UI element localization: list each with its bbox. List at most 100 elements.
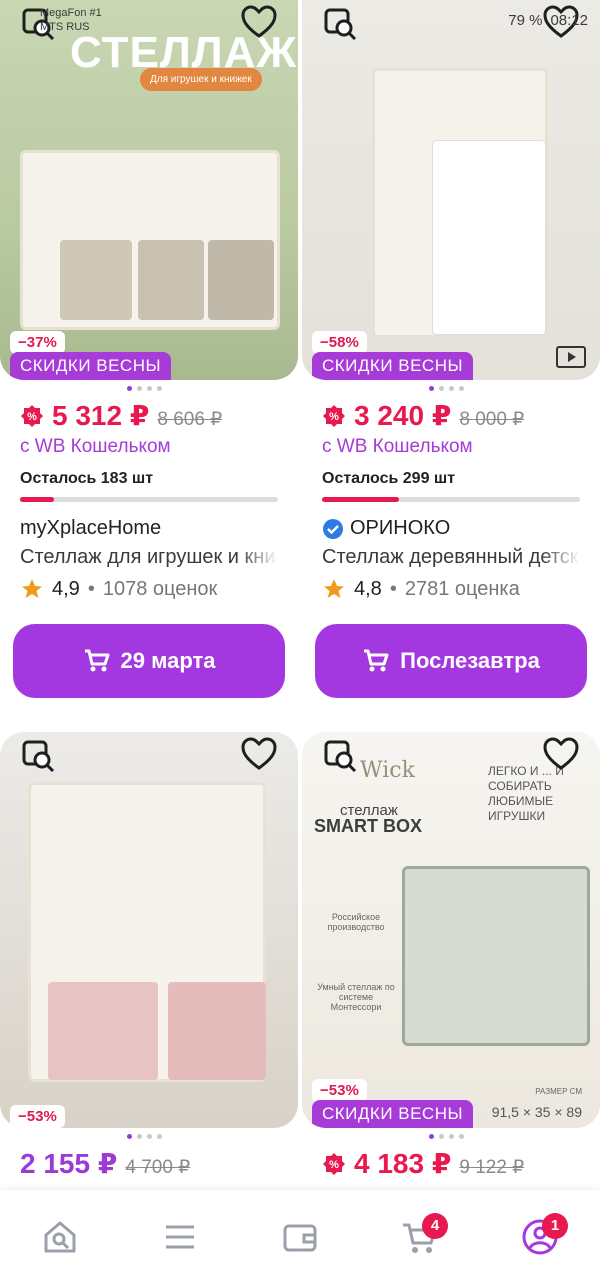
image-title-2: SMART BOX [314, 816, 422, 836]
old-price: 4 700 ₽ [125, 1157, 191, 1178]
bottom-nav: 4 1 [0, 1190, 600, 1283]
brand-name[interactable]: ОРИНОКО [322, 517, 590, 540]
wallet-note: с WB Кошельком [322, 436, 473, 457]
cart-icon [364, 649, 389, 672]
carrier-2: MTS RUS [40, 21, 90, 33]
pink-box [48, 982, 158, 1080]
stock-left: Осталось 183 шт [20, 470, 154, 487]
discount-tag-icon: % [21, 404, 43, 427]
image-pager [0, 386, 288, 391]
nav-profile[interactable]: 1 [512, 1209, 568, 1265]
profile-count-badge: 1 [542, 1212, 568, 1239]
add-to-cart-button[interactable]: Послезавтра [315, 624, 587, 698]
stock-bar-fill [322, 497, 400, 502]
menu-icon [166, 1225, 194, 1248]
svg-text:%: % [329, 1159, 339, 1171]
image-tag: Для игрушек и книжек [140, 68, 262, 91]
delivery-date: 29 марта [120, 648, 216, 673]
discount-label: −53% [10, 1105, 65, 1128]
price-row: % 3 240 ₽ 8 000 ₽ [322, 399, 590, 432]
product-image[interactable]: −58% СКИДКИ ВЕСНЫ [302, 0, 600, 380]
price: 3 240 ₽ [354, 400, 452, 431]
price: 4 183 ₽ [354, 1148, 452, 1179]
discount-tag-icon: % [323, 1152, 345, 1175]
star-icon [324, 579, 344, 598]
carrier-info: MegaFon #1 MTS RUS [40, 6, 102, 34]
discount-label: −37% [10, 331, 65, 354]
nav-home[interactable] [32, 1209, 88, 1265]
price-row: 2 155 ₽ 4 700 ₽ [20, 1147, 288, 1180]
add-to-cart-button[interactable]: 29 марта [13, 624, 285, 698]
delivery-date: Послезавтра [400, 648, 540, 673]
old-price: 8 606 ₽ [157, 409, 223, 430]
promo-badge: СКИДКИ ВЕСНЫ [312, 352, 474, 380]
bullet: • [87, 577, 95, 600]
image-pager [0, 1134, 288, 1139]
price-row: % 4 183 ₽ 9 122 ₽ [322, 1147, 590, 1180]
image-size-label: РАЗМЕР СМ [535, 1087, 582, 1096]
brand-label: ОРИНОКО [350, 517, 451, 539]
star-icon [22, 579, 42, 598]
heart-icon[interactable] [542, 736, 580, 772]
heart-icon[interactable] [240, 736, 278, 772]
status-right: 79 % 08:12 [508, 12, 588, 29]
old-price: 8 000 ₽ [459, 409, 525, 430]
status-bar: MegaFon #1 MTS RUS 79 % 08:12 [0, 0, 600, 42]
nav-wallet[interactable] [272, 1209, 328, 1265]
crate-elephant [208, 240, 274, 320]
rating: 4,9 • 1078 оценок [20, 577, 288, 601]
shelf-illustration [402, 866, 590, 1046]
clock: 08:12 [550, 12, 588, 29]
old-price: 9 122 ₽ [459, 1157, 525, 1178]
similar-search-icon[interactable] [22, 740, 56, 772]
review-count: 1078 оценок [102, 577, 218, 600]
home-search-icon [44, 1221, 76, 1252]
product-card[interactable]: СТЕЛЛАЖ Для игрушек и книжек −37% СКИДКИ… [0, 0, 298, 698]
product-image[interactable]: СТЕЛЛАЖ Для игрушек и книжек −37% СКИДКИ… [0, 0, 298, 380]
carrier-1: MegaFon #1 [40, 7, 102, 19]
price: 5 312 ₽ [52, 400, 150, 431]
brand-name[interactable]: myXplaceHome [20, 517, 288, 540]
price: 2 155 ₽ [20, 1148, 118, 1179]
stock-bar-fill [20, 497, 54, 502]
product-name[interactable]: Стеллаж деревянный детский [322, 546, 580, 569]
nav-cart[interactable]: 4 [392, 1209, 448, 1265]
review-count: 2781 оценка [404, 577, 520, 600]
page: MegaFon #1 MTS RUS 79 % 08:12 СТЕЛЛАЖ Дл… [0, 0, 600, 1283]
discount-label: −58% [312, 331, 367, 354]
crate-lion [60, 240, 132, 320]
discount-label: −53% [312, 1079, 367, 1102]
image-brand: Wick [360, 758, 415, 783]
nav-catalog[interactable] [152, 1209, 208, 1265]
brand-label: myXplaceHome [20, 517, 162, 539]
cart-count-badge: 4 [422, 1212, 448, 1239]
verified-check-icon [323, 518, 343, 539]
cabinet-door [432, 140, 546, 335]
price-row: % 5 312 ₽ 8 606 ₽ [20, 399, 288, 432]
crate-monkey [138, 240, 204, 320]
product-card[interactable]: Wick стеллаж SMART BOX ЛЕГКО И ... И СОБ… [302, 732, 600, 1180]
wallet-icon [283, 1224, 317, 1251]
bullet: • [389, 577, 397, 600]
stock-left: Осталось 299 шт [322, 470, 456, 487]
product-card[interactable]: −58% СКИДКИ ВЕСНЫ % 3 240 ₽ 8 000 ₽ с WB… [302, 0, 600, 698]
image-slogan: ЛЕГКО И ... И СОБИРАТЬ ЛЮБИМЫЕ ИГРУШКИ [488, 764, 564, 823]
image-origin: Российское производство [327, 912, 385, 932]
product-name[interactable]: Стеллаж для игрушек и книг [20, 546, 278, 569]
similar-search-icon[interactable] [324, 740, 358, 772]
svg-text:%: % [27, 411, 37, 423]
pink-box [168, 982, 266, 1080]
image-size: 91,5 × 35 × 89 [491, 1104, 582, 1120]
rating-value: 4,8 [354, 577, 382, 600]
rating-value: 4,9 [52, 577, 80, 600]
stock-bar [20, 497, 278, 502]
discount-tag-icon: % [323, 404, 345, 427]
product-image[interactable]: Wick стеллаж SMART BOX ЛЕГКО И ... И СОБ… [302, 732, 600, 1128]
product-image[interactable]: −53% [0, 732, 298, 1128]
product-card[interactable]: −53% 2 155 ₽ 4 700 ₽ [0, 732, 298, 1180]
image-montessori: Умный стеллаж по системе Монтессори [317, 982, 395, 1012]
video-icon[interactable] [556, 346, 586, 368]
stock-bar [322, 497, 580, 502]
image-pager [302, 1134, 590, 1139]
cart-icon [84, 649, 110, 672]
